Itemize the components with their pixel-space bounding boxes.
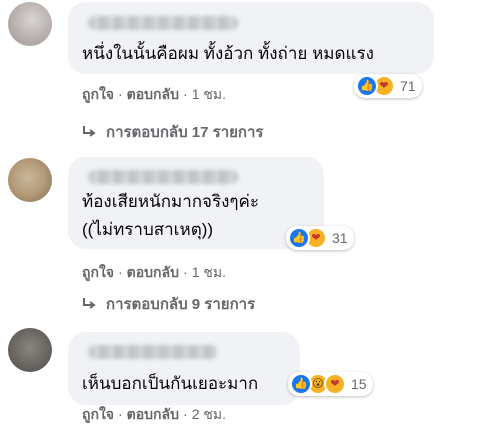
reaction-count: 15 — [351, 376, 367, 392]
avatar[interactable] — [8, 2, 52, 46]
like-link[interactable]: ถูกใจ — [82, 264, 114, 280]
reaction-count: 71 — [400, 78, 416, 94]
comment-actions: ถูกใจ · ตอบกลับ · 2 ชม. — [82, 404, 226, 425]
commenter-name-blurred[interactable] — [88, 170, 238, 184]
timestamp[interactable]: 2 ชม. — [192, 406, 226, 422]
reply-arrow-icon — [83, 126, 96, 137]
separator: · — [183, 86, 188, 102]
separator: · — [183, 264, 188, 280]
timestamp[interactable]: 1 ชม. — [192, 86, 226, 102]
comment-text: เห็นบอกเป็นกันเยอะมาก — [82, 374, 259, 393]
comment-text-line: ((ไม่ทราบสาเหตุ)) — [82, 220, 214, 239]
timestamp[interactable]: 1 ชม. — [192, 264, 226, 280]
separator: · — [118, 86, 123, 102]
comment-actions: ถูกใจ · ตอบกลับ · 1 ชม. — [82, 262, 226, 284]
like-link[interactable]: ถูกใจ — [82, 406, 114, 422]
reaction-summary[interactable]: 👍 ❤ 71 — [354, 74, 422, 98]
reply-link[interactable]: ตอบกลับ — [127, 406, 179, 422]
avatar[interactable] — [8, 158, 52, 202]
comment-text-line: ท้องเสียหนักมากจริงๆค่ะ — [82, 192, 260, 211]
replies-count-label: การตอบกลับ 17 รายการ — [106, 124, 264, 141]
view-replies-link[interactable]: การตอบกลับ 17 รายการ — [82, 120, 263, 144]
separator: · — [183, 406, 188, 422]
reply-link[interactable]: ตอบกลับ — [127, 264, 179, 280]
care-icon: ❤ — [324, 373, 346, 395]
separator: · — [118, 264, 123, 280]
reaction-count: 31 — [332, 230, 348, 246]
like-icon: 👍 — [288, 227, 310, 249]
commenter-name-blurred[interactable] — [88, 16, 238, 30]
replies-count-label: การตอบกลับ 9 รายการ — [106, 296, 256, 313]
like-icon: 👍 — [356, 75, 378, 97]
separator: · — [118, 406, 123, 422]
commenter-name-blurred[interactable] — [88, 345, 218, 359]
reply-link[interactable]: ตอบกลับ — [127, 86, 179, 102]
avatar[interactable] — [8, 328, 52, 372]
comment-thread: หนึ่งในนั้นคือผม ทั้งอ้วก ทั้งถ่าย หมดแร… — [0, 0, 500, 425]
reply-arrow-icon — [83, 298, 96, 309]
like-link[interactable]: ถูกใจ — [82, 86, 114, 102]
reaction-summary[interactable]: 👍 ❤ 31 — [286, 226, 354, 250]
view-replies-link[interactable]: การตอบกลับ 9 รายการ — [82, 292, 255, 316]
comment-actions: ถูกใจ · ตอบกลับ · 1 ชม. — [82, 84, 226, 106]
reaction-summary[interactable]: 👍 😮 ❤ 15 — [288, 372, 373, 396]
comment-text: หนึ่งในนั้นคือผม ทั้งอ้วก ทั้งถ่าย หมดแร… — [82, 44, 374, 63]
like-icon: 👍 — [290, 373, 312, 395]
